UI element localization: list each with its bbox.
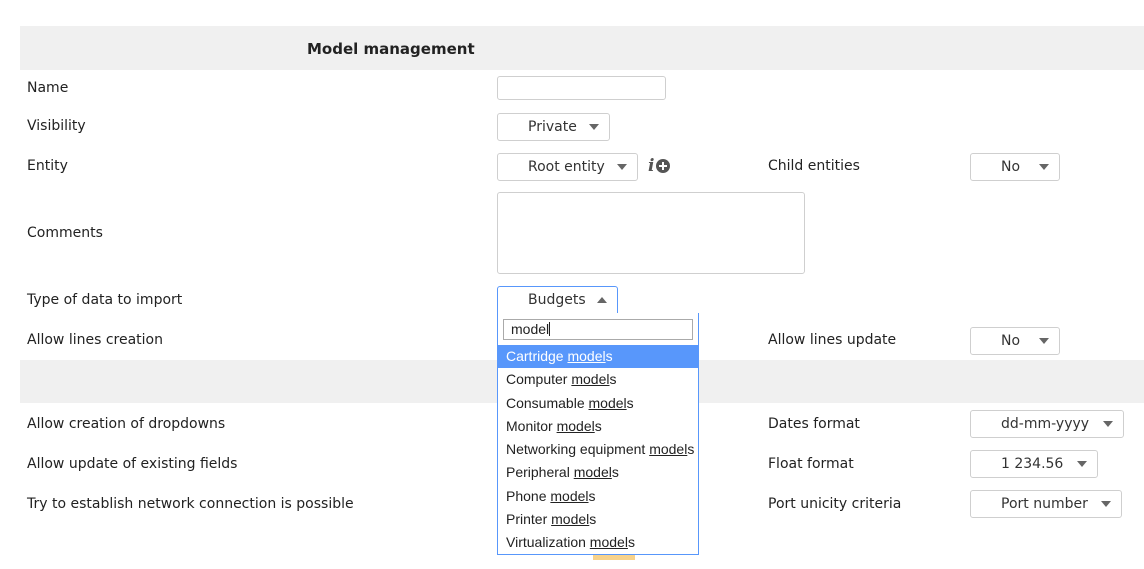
chevron-down-icon xyxy=(617,164,627,170)
text-caret xyxy=(549,322,551,336)
dates-format-value: dd-mm-yyyy xyxy=(1001,416,1090,432)
dropdown-search-input[interactable]: model xyxy=(503,319,693,340)
chevron-down-icon xyxy=(1077,461,1087,467)
chevron-down-icon xyxy=(1101,501,1111,507)
allow-lines-creation-label: Allow lines creation xyxy=(27,332,163,348)
import-type-select[interactable]: Budgets xyxy=(497,286,618,314)
dropdown-option[interactable]: Networking equipment models xyxy=(498,438,698,461)
import-type-dropdown: model Cartridge models Computer models C… xyxy=(497,313,699,555)
allow-update-fields-label: Allow update of existing fields xyxy=(27,456,238,472)
comments-textarea[interactable] xyxy=(497,192,805,274)
port-unicity-label: Port unicity criteria xyxy=(768,496,902,512)
chevron-down-icon xyxy=(1039,338,1049,344)
port-unicity-select[interactable]: Port number xyxy=(970,490,1122,518)
visibility-value: Private xyxy=(528,119,577,135)
child-entities-value: No xyxy=(1001,159,1021,175)
child-entities-select[interactable]: No xyxy=(970,153,1060,181)
dates-format-label: Dates format xyxy=(768,416,860,432)
child-entities-label: Child entities xyxy=(768,158,860,174)
page-title: Model management xyxy=(307,40,475,58)
dropdown-option[interactable]: Virtualization models xyxy=(498,531,698,554)
dropdown-options: Cartridge models Computer models Consuma… xyxy=(498,345,698,555)
float-format-label: Float format xyxy=(768,456,854,472)
allow-lines-update-select[interactable]: No xyxy=(970,327,1060,355)
header-band xyxy=(20,26,1144,70)
chevron-down-icon xyxy=(1039,164,1049,170)
info-icon[interactable]: i xyxy=(648,157,654,175)
name-input[interactable] xyxy=(497,76,666,100)
import-type-value: Budgets xyxy=(528,292,586,308)
chevron-down-icon xyxy=(1103,421,1113,427)
dropdown-option[interactable]: Peripheral models xyxy=(498,461,698,484)
dropdown-option[interactable]: Computer models xyxy=(498,368,698,391)
float-format-select[interactable]: 1 234.56 xyxy=(970,450,1098,478)
import-type-label: Type of data to import xyxy=(27,292,183,308)
dates-format-select[interactable]: dd-mm-yyyy xyxy=(970,410,1124,438)
allow-lines-update-label: Allow lines update xyxy=(768,332,897,348)
visibility-label: Visibility xyxy=(27,118,86,134)
comments-label: Comments xyxy=(27,225,103,241)
network-connection-label: Try to establish network connection is p… xyxy=(27,496,354,512)
entity-actions: i xyxy=(648,156,671,176)
port-unicity-value: Port number xyxy=(1001,496,1088,512)
float-format-value: 1 234.56 xyxy=(1001,456,1064,472)
allow-dropdowns-label: Allow creation of dropdowns xyxy=(27,416,226,432)
chevron-down-icon xyxy=(589,124,599,130)
dropdown-option[interactable]: Printer models xyxy=(498,508,698,531)
name-label: Name xyxy=(27,80,69,96)
dropdown-option[interactable]: Monitor models xyxy=(498,415,698,438)
dropdown-option[interactable]: Phone models xyxy=(498,485,698,508)
dropdown-option[interactable]: Cartridge models xyxy=(498,345,698,369)
chevron-up-icon xyxy=(597,297,607,303)
dropdown-option[interactable]: Consumable models xyxy=(498,392,698,415)
allow-lines-update-value: No xyxy=(1001,333,1021,349)
plus-circle-icon[interactable] xyxy=(656,159,671,173)
dropdown-search-value: model xyxy=(511,321,550,337)
entity-value: Root entity xyxy=(528,159,605,175)
entity-label: Entity xyxy=(27,158,68,174)
visibility-select[interactable]: Private xyxy=(497,113,610,141)
entity-select[interactable]: Root entity xyxy=(497,153,638,181)
